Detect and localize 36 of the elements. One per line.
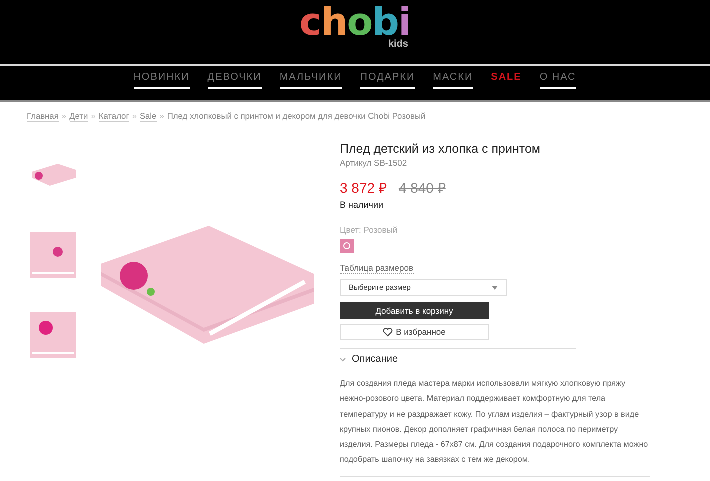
availability-text: В наличии [340,200,385,210]
logo-letter: h [321,0,348,44]
breadcrumb-link[interactable]: Sale [140,111,157,122]
add-to-cart-button[interactable]: Добавить в корзину [340,302,489,319]
favorite-button[interactable]: В избранное [340,324,489,340]
breadcrumb-separator: » [62,111,67,122]
breadcrumb-separator: » [132,111,137,122]
caret-icon [492,286,498,290]
thumbnail-photo[interactable] [28,310,78,360]
logo-letter: c [300,0,322,44]
breadcrumb-separator: » [91,111,96,122]
breadcrumb-link[interactable]: Дети [70,111,88,122]
heart-icon [383,328,394,336]
price: 3 872 ₽ [340,179,387,197]
breadcrumb-separator: » [160,111,164,122]
product-title: Плед детский из хлопка с принтом [340,142,542,156]
nav-link[interactable]: ДЕВОЧКИ [208,72,262,89]
description-text: Для создания пледа мастера марки использовали мягкую хлопковую пряжу нежно-розового цвета. Материал поддерживает комфортную для тела температуру и не раздражает кожу. По углам изделия – фактурный узор в виде крупных пионов. Декор дополняет графичная белая полоса по периметру изделия. Размеры пледа - 67х87 см. Для создания подарочного комплекта можно подобрать шапочку на завязках с тем же декором. [340,376,650,477]
logo-subtitle: kids [388,40,408,50]
selected-circle-icon [343,242,351,250]
nav-link[interactable]: НОВИНКИ [134,72,190,89]
breadcrumb-link[interactable]: Каталог [98,111,130,122]
nav-link[interactable]: О НАС [540,72,576,89]
logo-letter: o [347,0,372,44]
old-price: 4 840 ₽ [398,179,446,197]
thumbnail-photo[interactable] [28,230,78,280]
nav-link[interactable]: ПОДАРКИ [360,72,416,89]
description-toggle[interactable]: Описание [340,349,576,370]
nav-link[interactable]: МАЛЬЧИКИ [280,72,342,89]
product-sku: Артикул SB-1502 [340,158,408,168]
color-label: Цвет: Розовый [340,225,399,235]
color-swatch[interactable] [340,239,354,253]
size-table-link[interactable]: Таблица размеров [340,263,414,274]
nav-link[interactable]: МАСКИ [433,72,474,89]
breadcrumb-current: Плед хлопковый с принтом и декором для девочки Chobi Розовый [167,111,426,122]
breadcrumb-link[interactable]: Главная [27,111,59,122]
